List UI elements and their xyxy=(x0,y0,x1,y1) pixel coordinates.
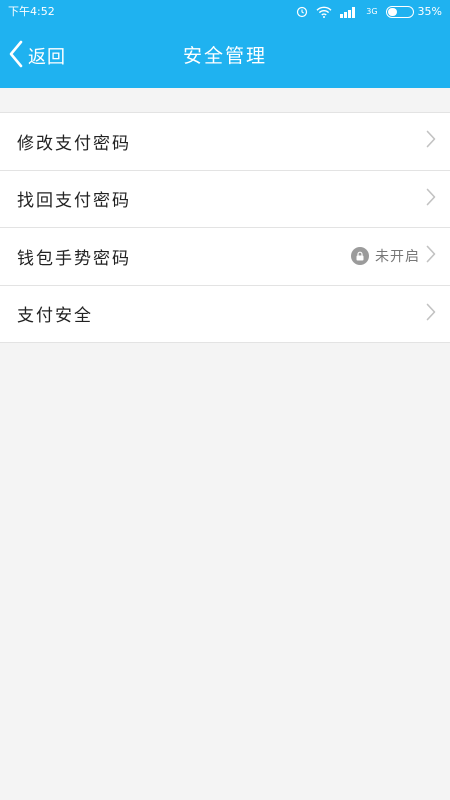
battery-percent: 35% xyxy=(417,5,442,18)
list-item-label: 钱包手势密码 xyxy=(17,248,131,269)
list-item-recover-pay-password[interactable]: 找回支付密码 xyxy=(0,170,450,228)
battery-indicator: 35% xyxy=(385,0,442,24)
wifi-icon xyxy=(316,6,332,18)
list-item-gesture-password[interactable]: 钱包手势密码 未开启 xyxy=(0,228,450,286)
signal-icon xyxy=(340,6,358,18)
network-type-label: 3G xyxy=(366,7,378,16)
battery-icon xyxy=(385,6,414,18)
chevron-right-icon xyxy=(426,245,436,267)
status-time: 下午4:52 xyxy=(8,5,55,18)
status-text: 未开启 xyxy=(375,249,420,266)
alarm-icon xyxy=(296,6,308,18)
back-button[interactable]: 返回 xyxy=(8,36,66,76)
chevron-right-icon xyxy=(426,188,436,210)
back-label: 返回 xyxy=(28,47,66,68)
list-item-label: 支付安全 xyxy=(17,306,93,327)
chevron-left-icon xyxy=(8,39,24,73)
status-icons: 3G 35% xyxy=(296,0,442,24)
list-item-modify-pay-password[interactable]: 修改支付密码 xyxy=(0,113,450,171)
app-header: 下午4:52 3G 35% 返回 安全管理 xyxy=(0,0,450,88)
lock-icon xyxy=(351,247,369,266)
chevron-right-icon xyxy=(426,303,436,325)
list-item-label: 找回支付密码 xyxy=(17,191,131,212)
toolbar: 返回 安全管理 xyxy=(0,24,450,88)
page-title: 安全管理 xyxy=(182,45,267,67)
settings-list: 修改支付密码 找回支付密码 钱包手势密码 未开启 支付安全 xyxy=(0,112,450,343)
list-item-payment-security[interactable]: 支付安全 xyxy=(0,285,450,343)
gesture-status: 未开启 xyxy=(351,246,420,266)
chevron-right-icon xyxy=(426,130,436,152)
list-item-label: 修改支付密码 xyxy=(17,133,131,154)
status-bar: 下午4:52 3G 35% xyxy=(0,0,450,24)
